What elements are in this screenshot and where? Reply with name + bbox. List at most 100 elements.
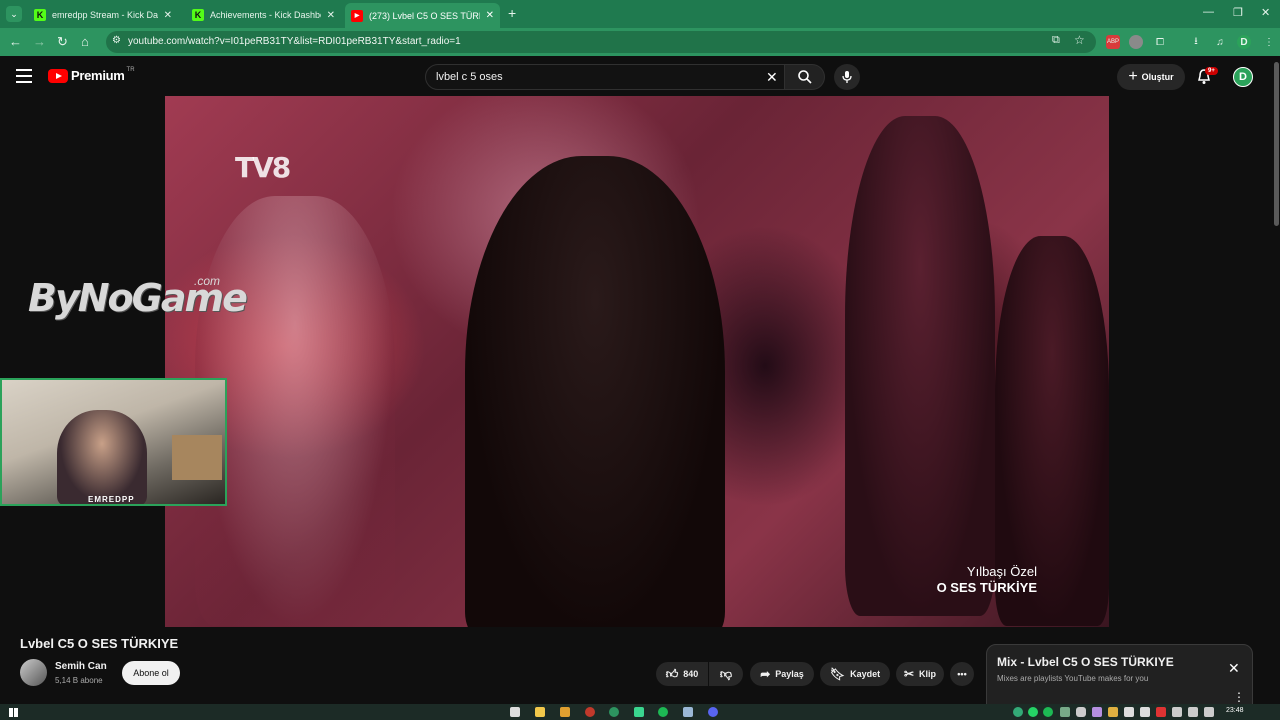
app-icon[interactable] (585, 707, 595, 717)
logo-text: Premium (71, 68, 125, 83)
account-avatar[interactable]: D (1233, 67, 1253, 87)
mix-subtitle: Mixes are playlists YouTube makes for yo… (997, 674, 1149, 683)
video-overlay-caption: O SES TÜRKİYE (936, 580, 1037, 595)
more-dots-icon: ••• (957, 669, 967, 679)
tray-icon[interactable] (1013, 707, 1023, 717)
app-icon[interactable] (683, 707, 693, 717)
save-label: Kaydet (850, 669, 881, 679)
chrome-icon[interactable] (609, 707, 619, 717)
home-icon[interactable]: ⌂ (81, 34, 89, 49)
install-app-icon[interactable]: ⧉ (1052, 34, 1060, 47)
like-count: 840 (683, 669, 699, 679)
forward-arrow-icon[interactable]: → (33, 34, 46, 49)
site-info-icon[interactable]: ⚙ (112, 35, 121, 46)
close-tab-icon[interactable]: ✕ (164, 10, 172, 21)
dislike-button[interactable]: 👎︎ (709, 662, 743, 686)
youtube-header: Premium TR lvbel c 5 oses ✕ + Oluştur 9+… (0, 56, 1280, 96)
video-title: Lvbel C5 O SES TÜRKIYE (20, 636, 179, 651)
restore-icon[interactable]: ❐ (1233, 6, 1243, 19)
more-vertical-icon[interactable]: ⋮ (1233, 690, 1245, 704)
browser-menu-icon[interactable]: ⋮ (1262, 35, 1276, 49)
network-icon[interactable] (1172, 707, 1182, 717)
file-explorer-icon[interactable] (535, 707, 545, 717)
youtube-premium-logo[interactable]: Premium TR (48, 66, 135, 83)
profile-avatar-icon[interactable]: D (1237, 35, 1251, 49)
clip-button[interactable]: ✂ Klip (896, 662, 944, 686)
save-button[interactable]: 🔖︎ Kaydet (820, 662, 890, 686)
taskbar-clock[interactable]: 23:48 (1226, 707, 1244, 714)
app-icon[interactable] (560, 707, 570, 717)
address-bar[interactable]: ⚙ youtube.com/watch?v=I01peRB31TY&list=R… (106, 31, 1096, 53)
subscribe-button[interactable]: Abone ol (122, 661, 180, 685)
page-scrollbar[interactable] (1274, 62, 1279, 226)
search-value: lvbel c 5 oses (436, 71, 503, 83)
minimize-icon[interactable]: — (1203, 6, 1214, 18)
notification-badge: 9+ (1205, 67, 1218, 75)
like-button[interactable]: 👍︎ 840 (656, 662, 708, 686)
spotify-icon[interactable] (658, 707, 668, 717)
extensions-puzzle-icon[interactable]: ⧠ (1153, 35, 1167, 49)
channel-name[interactable]: Semih Can (55, 661, 107, 672)
tray-spotify-icon[interactable] (1043, 707, 1053, 717)
tab-search-button[interactable]: ⌄ (6, 6, 22, 22)
tray-icon[interactable] (1140, 707, 1150, 717)
tray-icon[interactable] (1124, 707, 1134, 717)
scissors-icon: ✂ (903, 667, 915, 681)
discord-icon[interactable] (708, 707, 718, 717)
close-tab-icon[interactable]: ✕ (486, 10, 494, 21)
create-button[interactable]: + Oluştur (1117, 64, 1185, 90)
tray-icon[interactable] (1156, 707, 1166, 717)
search-button[interactable] (785, 64, 825, 90)
adblock-extension-icon[interactable]: ABP (1106, 35, 1120, 49)
video-frame-figure (465, 156, 725, 627)
video-player[interactable]: TV8 Yılbaşı Özel O SES TÜRKİYE (165, 96, 1109, 627)
tray-icon[interactable] (1108, 707, 1118, 717)
webcam-name-tag: EMREDPP (88, 495, 135, 504)
tab-kick-stream[interactable]: K emredpp Stream - Kick Dashbo ✕ (28, 4, 178, 26)
close-icon[interactable]: ✕ (1228, 660, 1240, 677)
reload-icon[interactable]: ↻ (57, 34, 68, 50)
volume-icon[interactable] (1188, 707, 1198, 717)
channel-avatar[interactable] (20, 659, 47, 686)
voice-search-button[interactable] (834, 64, 860, 90)
thumbs-down-icon: 👎︎ (719, 666, 733, 681)
whatsapp-icon[interactable] (1028, 707, 1038, 717)
webcam-overlay: EMREDPP (0, 378, 227, 506)
bookmark-star-icon[interactable]: ☆ (1074, 33, 1085, 47)
menu-icon[interactable] (16, 69, 32, 83)
extension-circle-icon[interactable] (1129, 35, 1143, 49)
app-icon[interactable] (634, 707, 644, 717)
logo-region: TR (126, 66, 135, 73)
clear-search-icon[interactable]: ✕ (766, 69, 778, 86)
thumbs-up-icon: 👍︎ (665, 666, 679, 681)
subscriber-count: 5,14 B abone (55, 676, 103, 685)
tab-title: (273) Lvbel C5 O SES TÜRKIYE (369, 10, 480, 21)
media-controls-icon[interactable]: ♫ (1213, 35, 1227, 49)
sponsor-logo-suffix: .com (194, 274, 221, 288)
windows-start-icon[interactable] (9, 708, 18, 717)
kick-icon: K (192, 9, 204, 21)
tray-icon[interactable] (1092, 707, 1102, 717)
task-view-icon[interactable] (510, 707, 520, 717)
webcam-shelf (172, 435, 222, 480)
more-actions-button[interactable]: ••• (950, 662, 974, 686)
browser-tab-bar: ⌄ K emredpp Stream - Kick Dashbo ✕ K Ach… (0, 0, 1280, 28)
new-tab-button[interactable]: + (508, 5, 516, 21)
share-button[interactable]: ➦ Paylaş (750, 662, 814, 686)
search-input[interactable]: lvbel c 5 oses ✕ (425, 64, 785, 90)
tab-youtube-active[interactable]: ▶ (273) Lvbel C5 O SES TÜRKIYE ✕ (345, 3, 500, 28)
plus-icon: + (1128, 68, 1138, 85)
bookmark-icon: 🔖︎ (829, 667, 846, 681)
channel-watermark: TV8 (235, 151, 291, 184)
close-tab-icon[interactable]: ✕ (327, 10, 335, 21)
tab-title: emredpp Stream - Kick Dashbo (52, 10, 158, 20)
microphone-tray-icon[interactable] (1076, 707, 1086, 717)
tab-kick-achievements[interactable]: K Achievements - Kick Dashboard ✕ (186, 4, 341, 26)
video-frame-figure (845, 116, 995, 616)
download-icon[interactable]: ⭳ (1189, 35, 1203, 49)
tray-icon[interactable] (1060, 707, 1070, 717)
battery-icon[interactable] (1204, 707, 1214, 717)
back-arrow-icon[interactable]: ← (9, 34, 22, 49)
youtube-icon: ▶ (351, 9, 363, 22)
window-close-icon[interactable]: ✕ (1261, 6, 1270, 19)
